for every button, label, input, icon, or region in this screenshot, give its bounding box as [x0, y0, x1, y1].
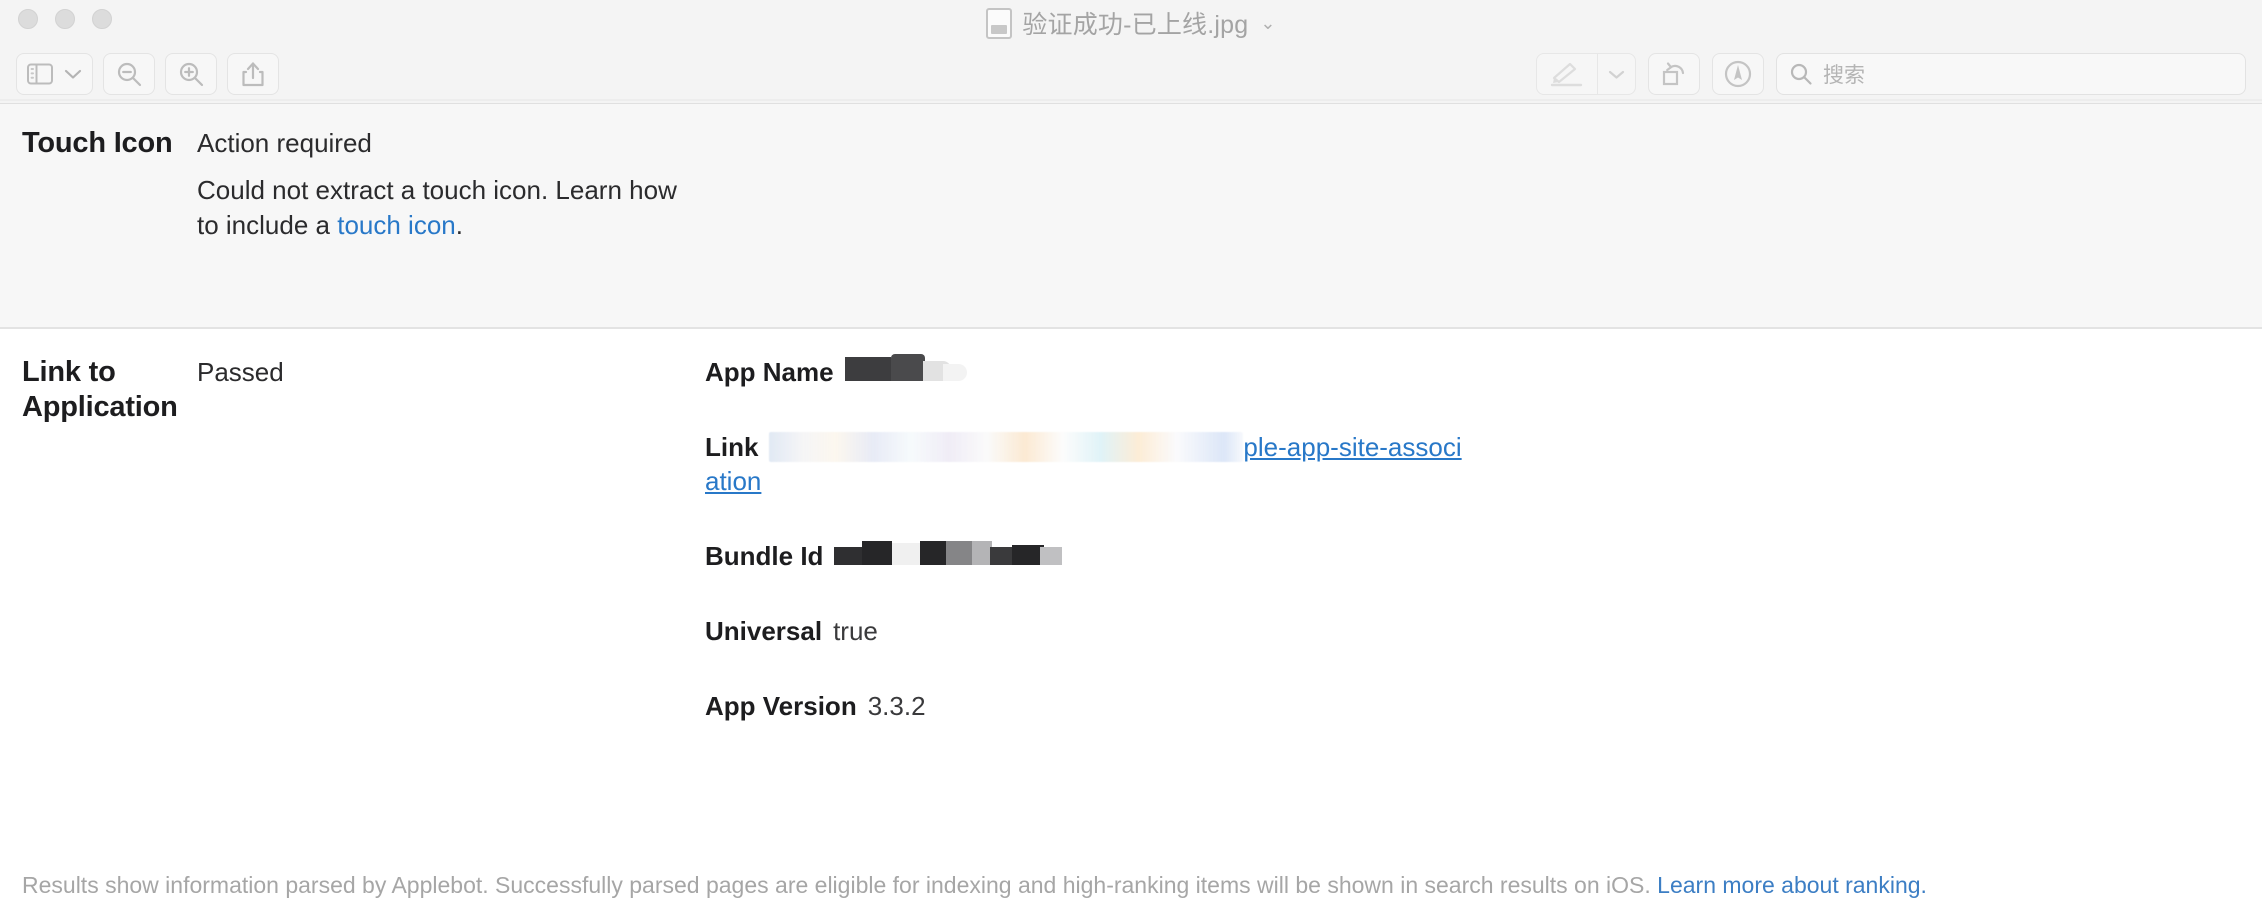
- minimize-button[interactable]: [55, 9, 75, 29]
- annotate-icon: [1724, 60, 1752, 88]
- search-field[interactable]: 搜索: [1776, 53, 2246, 95]
- row-detail: [705, 126, 2262, 305]
- chevron-down-icon: [64, 69, 82, 79]
- row-status: Passed: [175, 355, 705, 724]
- status-text: Action required: [197, 128, 372, 158]
- markup-segmented-control: [1536, 53, 1636, 95]
- markup-dropdown-button[interactable]: [1597, 54, 1635, 94]
- learn-more-link[interactable]: Learn more about ranking.: [1657, 872, 1927, 898]
- redacted-link-prefix: https://www.example.com/.well-known/ap: [769, 431, 1244, 462]
- detail-bundle-id: Bundle Id: [705, 539, 2262, 574]
- zoom-button[interactable]: [92, 9, 112, 29]
- rotate-icon: [1662, 62, 1685, 86]
- redacted-app-name-value: [844, 354, 967, 381]
- row-label: Link to Application: [22, 356, 178, 424]
- toolbar: 搜索: [0, 50, 2262, 101]
- rotate-button[interactable]: [1648, 53, 1700, 95]
- markup-button[interactable]: [1537, 54, 1597, 94]
- zoom-in-button[interactable]: [165, 53, 217, 95]
- detail-value: 3.3.2: [867, 690, 926, 721]
- row-detail: App Name Link https://www.example.com/.we…: [705, 354, 2262, 724]
- share-button[interactable]: [227, 53, 279, 95]
- window-controls: [18, 9, 112, 29]
- sidebar-icon: [27, 63, 53, 85]
- preview-window: 验证成功-已上线.jpg ⌄ 搜索 Touch Icon Action requ…: [0, 0, 2262, 914]
- detail-key: Universal: [705, 616, 823, 647]
- share-icon: [242, 62, 264, 87]
- detail-key: App Name: [705, 357, 834, 387]
- status-text: Passed: [197, 357, 284, 387]
- titlebar: 验证成功-已上线.jpg ⌄ 搜索: [0, 0, 2262, 104]
- result-row-link-to-application: Link to Application Passed App Name Link…: [0, 329, 2262, 746]
- status-description: Could not extract a touch icon. Learn ho…: [197, 173, 687, 243]
- annotate-button[interactable]: [1712, 53, 1764, 95]
- footer-text: Results show information parsed by Apple…: [22, 872, 1658, 899]
- search-placeholder: 搜索: [1823, 64, 1865, 87]
- title-chevron-down-icon[interactable]: ⌄: [1260, 13, 1275, 34]
- detail-link: Link https://www.example.com/.well-known/…: [705, 431, 1465, 499]
- detail-value: true: [833, 616, 878, 647]
- row-label: Touch Icon: [22, 127, 173, 159]
- sidebar-toggle-button[interactable]: [16, 53, 93, 95]
- detail-app-name: App Name: [705, 354, 2262, 390]
- document-icon: [986, 7, 1013, 39]
- touch-icon-link[interactable]: touch icon: [337, 210, 456, 240]
- zoom-in-icon: [179, 62, 204, 87]
- toolbar-divider: [0, 99, 2262, 101]
- search-icon: [1790, 63, 1812, 85]
- markup-pen-icon: [1550, 62, 1583, 87]
- row-status: Action required Could not extract a touc…: [175, 126, 705, 305]
- window-title: 验证成功-已上线.jpg ⌄: [0, 5, 2262, 41]
- window-title-text: 验证成功-已上线.jpg: [1022, 11, 1249, 39]
- toolbar-right-group: 搜索: [1536, 53, 2246, 95]
- detail-key: Link: [705, 431, 759, 462]
- footer-note: Results show information parsed by Apple…: [0, 872, 2262, 900]
- result-row-touch-icon: Touch Icon Action required Could not ext…: [0, 104, 2262, 329]
- description-text-post: .: [455, 210, 463, 241]
- zoom-out-button[interactable]: [103, 53, 155, 95]
- chevron-down-icon: [1608, 70, 1625, 79]
- redacted-bundle-id-value: [834, 539, 1063, 566]
- toolbar-left-group: [16, 53, 279, 95]
- detail-key: App Version: [705, 690, 857, 721]
- zoom-out-icon: [117, 62, 142, 87]
- detail-app-version: App Version 3.3.2: [705, 690, 2262, 724]
- results-content: Touch Icon Action required Could not ext…: [0, 104, 2262, 914]
- detail-key: Bundle Id: [705, 541, 824, 572]
- detail-universal: Universal true: [705, 615, 2262, 649]
- close-button[interactable]: [18, 9, 38, 29]
